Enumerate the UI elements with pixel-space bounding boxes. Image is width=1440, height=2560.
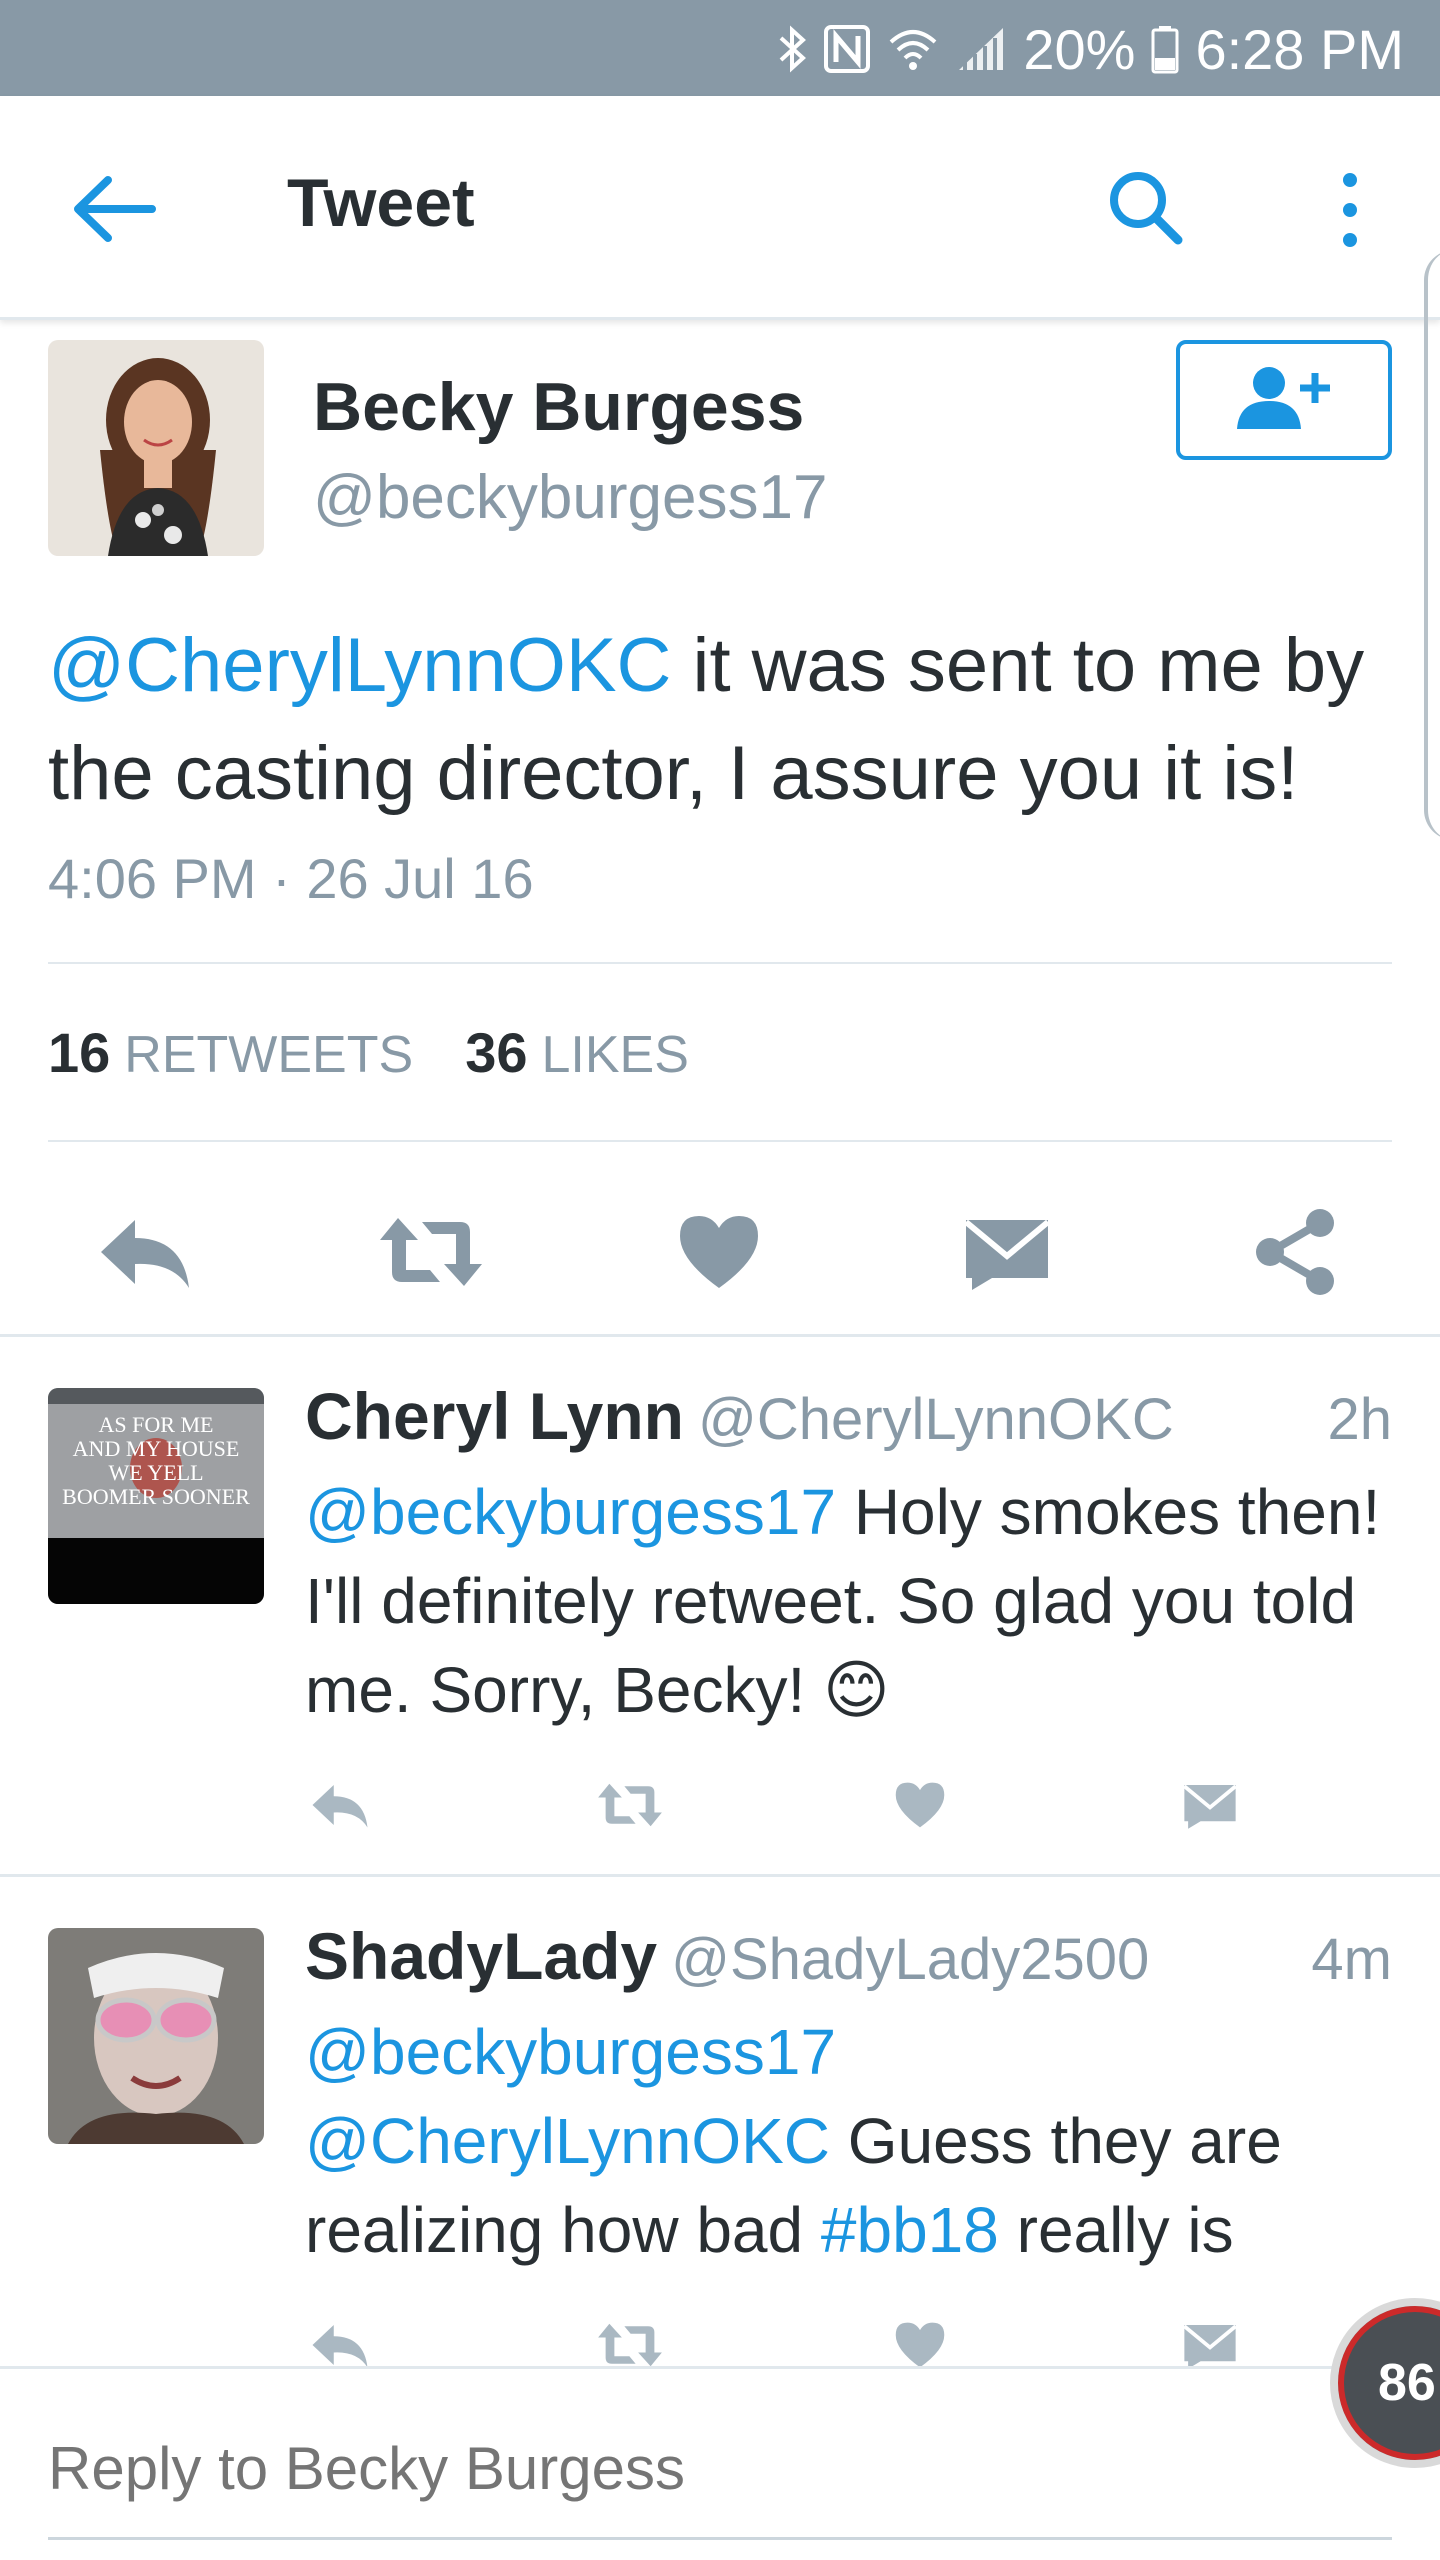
likes-label: LIKES	[541, 1026, 689, 1084]
divider	[48, 1140, 1392, 1142]
retweets-count: 16	[48, 1021, 111, 1084]
direct-message-icon[interactable]	[1175, 1770, 1245, 1840]
reply-author-name[interactable]: Cheryl Lynn	[305, 1379, 684, 1453]
clock: 6:28 PM	[1195, 17, 1404, 81]
wifi-icon	[887, 24, 939, 74]
tweet-timestamp: 4:06 PM · 26 Jul 16	[48, 847, 534, 910]
nfc-icon	[823, 24, 871, 74]
more-vertical-icon[interactable]	[1330, 170, 1370, 250]
reply-avatar[interactable]	[48, 1928, 264, 2144]
status-bar: 20% 6:28 PM	[0, 0, 1440, 96]
avatar-sign-line-4: BOOMER SOONER	[62, 1484, 250, 1509]
reply-composer	[0, 2366, 1440, 2560]
status-icons: 20% 6:28 PM	[777, 14, 1404, 84]
reply-time: 4m	[1311, 1927, 1392, 1992]
avatar-sign-line-2: AND MY HOUSE	[73, 1436, 240, 1461]
reply-header: Cheryl Lynn @CherylLynnOKC	[305, 1378, 1174, 1454]
mention-link[interactable]: @CherylLynnOKC	[305, 2105, 830, 2177]
reply-text: @beckyburgess17 @CherylLynnOKC Guess they…	[305, 2008, 1405, 2275]
separator	[0, 1334, 1440, 1337]
author-handle[interactable]: @beckyburgess17	[313, 462, 827, 533]
input-underline	[48, 2537, 1392, 2540]
battery-icon	[1151, 24, 1179, 74]
follow-button[interactable]	[1176, 340, 1392, 460]
overlay-badge-value: 86	[1378, 2354, 1436, 2412]
reply-author-handle[interactable]: @ShadyLady2500	[671, 1927, 1149, 1992]
reply-input[interactable]	[48, 2423, 1308, 2513]
likes-stat[interactable]: 36 LIKES	[465, 1020, 689, 1085]
share-icon[interactable]	[1240, 1202, 1350, 1302]
avatar-sign-line-3: WE YELL	[108, 1460, 203, 1485]
add-user-icon	[1229, 363, 1339, 438]
tweet-actions	[0, 1180, 1440, 1320]
reply-avatar[interactable]: AS FOR ME AND MY HOUSE WE YELL BOOMER SO…	[48, 1388, 264, 1604]
search-icon[interactable]	[1106, 168, 1186, 248]
reply-body-end: really is	[998, 2194, 1234, 2266]
like-icon[interactable]	[885, 1770, 955, 1840]
back-arrow-icon[interactable]	[70, 174, 160, 244]
edge-panel-handle[interactable]	[1424, 250, 1440, 840]
hashtag-link[interactable]: #bb18	[821, 2194, 999, 2266]
tweet-stats: 16 RETWEETS 36 LIKES	[48, 1020, 689, 1085]
page-title: Tweet	[287, 165, 475, 241]
like-icon[interactable]	[664, 1202, 774, 1302]
reply-time: 2h	[1327, 1387, 1392, 1452]
author-avatar[interactable]	[48, 340, 264, 556]
mention-link[interactable]: @CherylLynnOKC	[48, 623, 671, 708]
mention-link[interactable]: @beckyburgess17	[305, 2016, 836, 2088]
bluetooth-icon	[777, 24, 807, 74]
reply-text: @beckyburgess17 Holy smokes then! I'll d…	[305, 1468, 1405, 1735]
separator	[0, 1874, 1440, 1877]
reply-author-handle[interactable]: @CherylLynnOKC	[698, 1387, 1174, 1452]
reply-icon[interactable]	[305, 1770, 375, 1840]
reply-actions	[305, 1770, 1265, 1840]
divider	[48, 962, 1392, 964]
author-name[interactable]: Becky Burgess	[313, 368, 804, 446]
retweets-label: RETWEETS	[124, 1026, 414, 1084]
retweet-icon[interactable]	[376, 1202, 486, 1302]
likes-count: 36	[465, 1021, 528, 1084]
reply-header: ShadyLady @ShadyLady2500	[305, 1918, 1149, 1994]
mention-link[interactable]: @beckyburgess17	[305, 1476, 836, 1548]
app-bar: Tweet	[0, 96, 1440, 320]
direct-message-icon[interactable]	[952, 1202, 1062, 1302]
reply-author-name[interactable]: ShadyLady	[305, 1919, 657, 1993]
retweets-stat[interactable]: 16 RETWEETS	[48, 1020, 413, 1085]
signal-icon	[955, 24, 1007, 74]
retweet-icon[interactable]	[595, 1770, 665, 1840]
battery-percent: 20%	[1023, 17, 1136, 81]
smiling-emoji-icon: 😊	[823, 1654, 890, 1726]
avatar-sign-line-1: AS FOR ME	[99, 1412, 214, 1437]
tweet-text: @CherylLynnOKC it was sent to me by the …	[48, 612, 1408, 828]
reply-icon[interactable]	[90, 1202, 200, 1302]
